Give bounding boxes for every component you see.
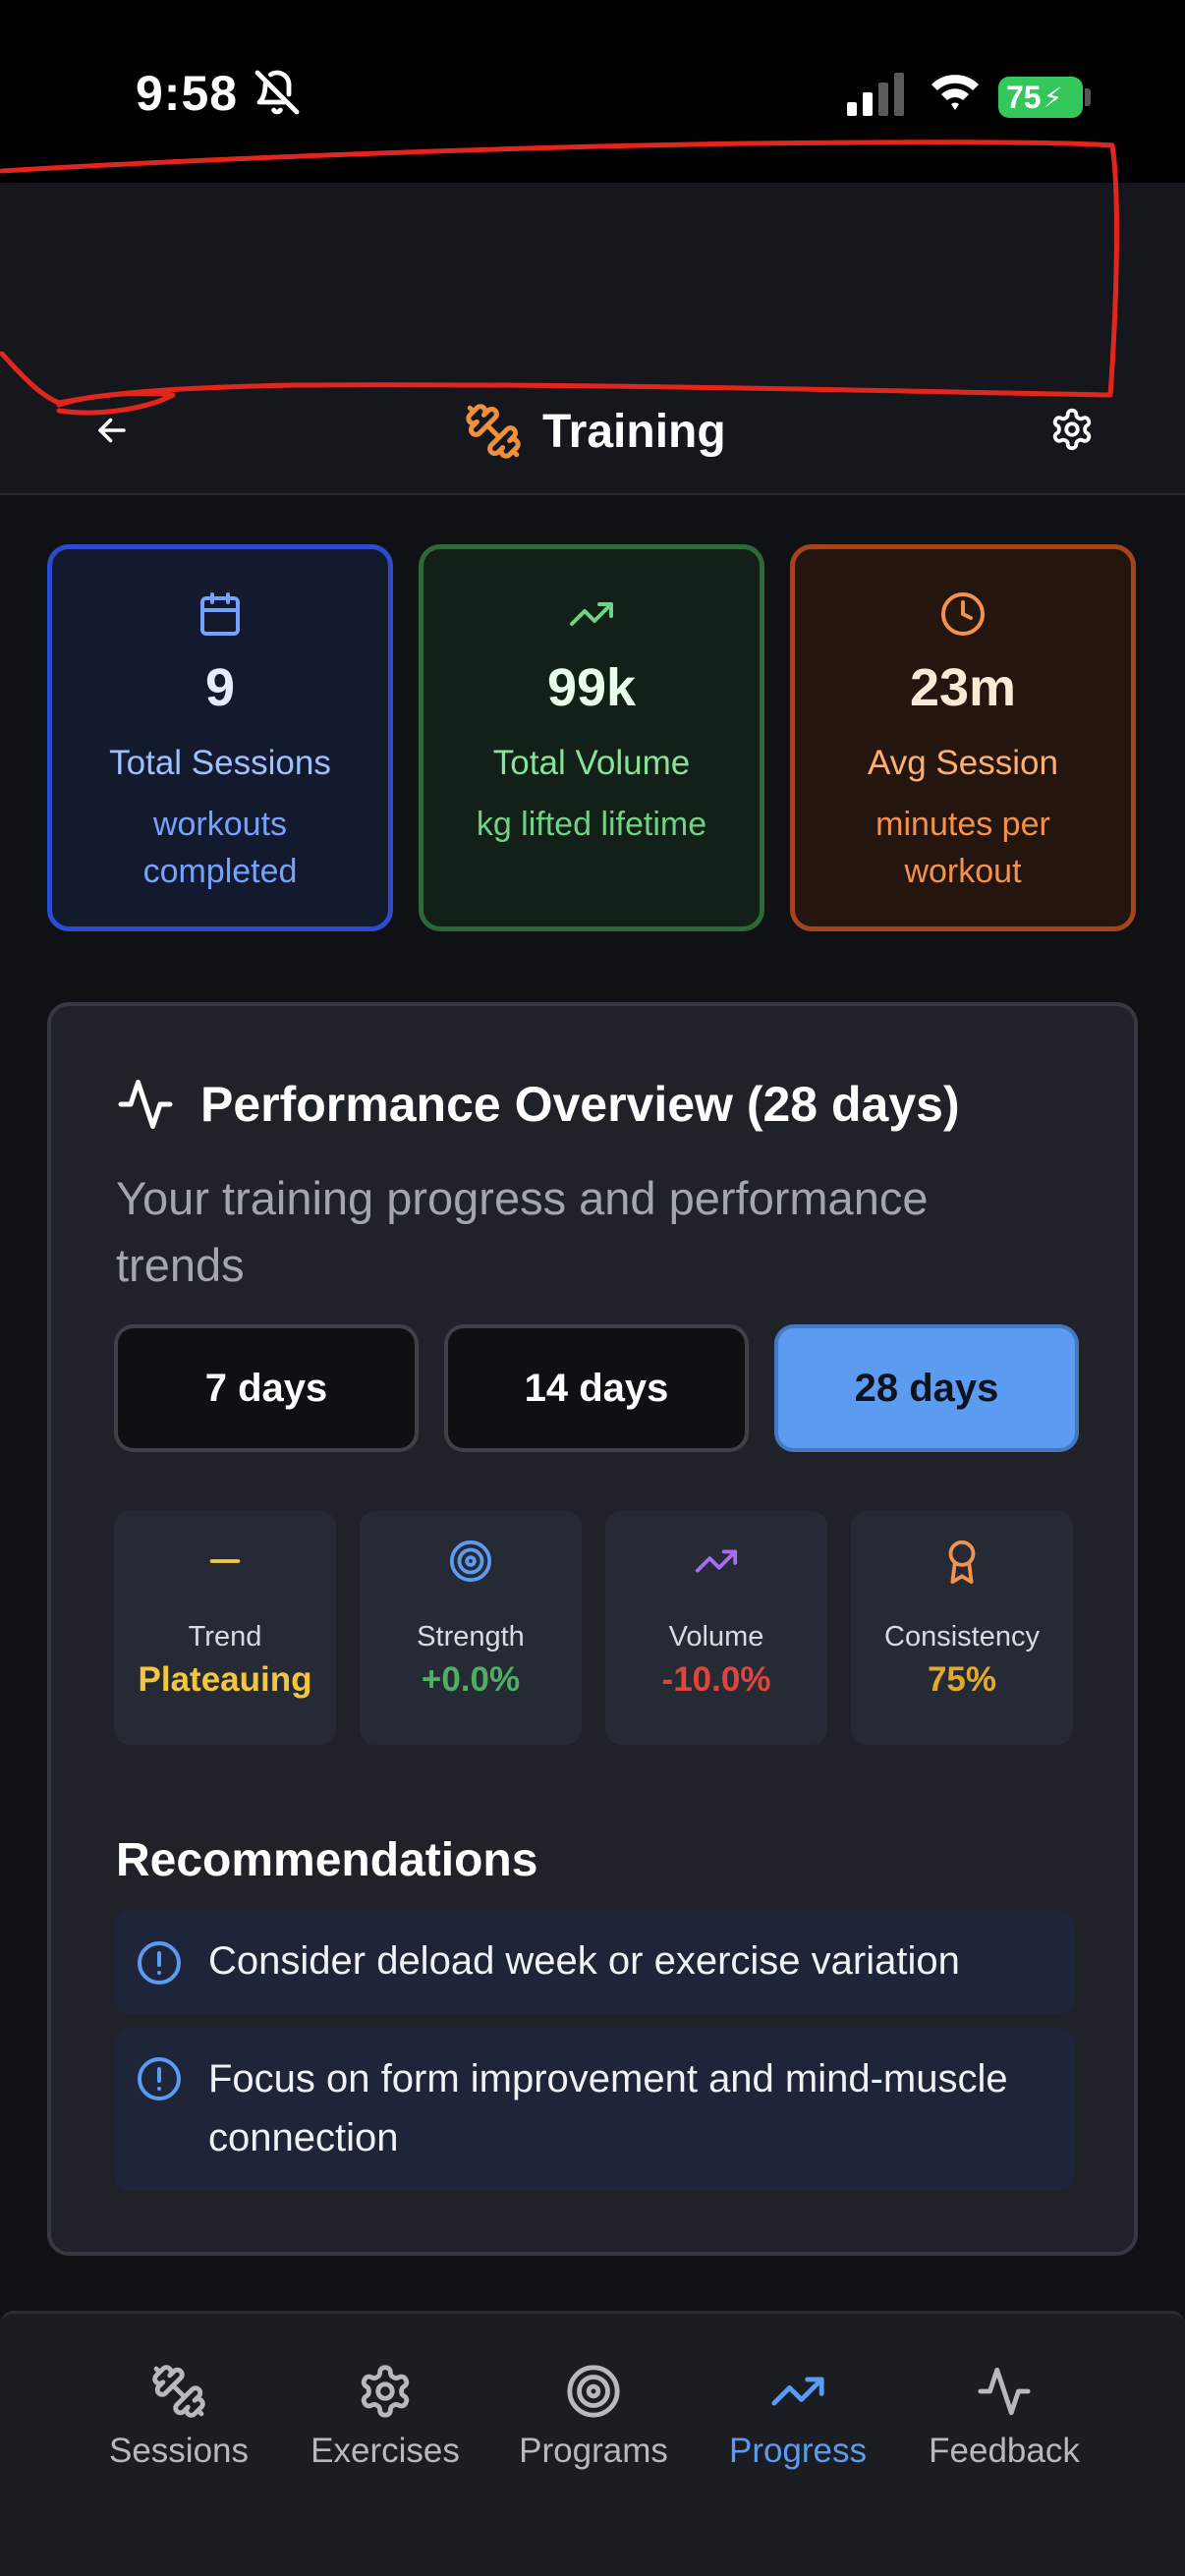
status-bar: 9:58 75 ⚡ [0,0,1185,183]
metric-volume: Volume -10.0% [605,1511,827,1745]
tab-feedback[interactable]: Feedback [896,2363,1112,2500]
performance-overview-card: Performance Overview (28 days) Your trai… [47,1002,1138,2256]
trending-up-icon [570,602,613,626]
back-button[interactable] [86,405,138,456]
alert-circle-icon [138,1941,181,1985]
tab-label: Progress [728,2432,868,2470]
tab-sessions[interactable]: Sessions [71,2363,287,2500]
status-time: 9:58 [136,66,239,121]
bell-slash-icon [254,70,300,115]
page-title: Training [542,405,726,458]
metric-value: 75% [927,1660,997,1699]
metric-label: Volume [668,1621,764,1652]
stat-card-total-sessions: 9 Total Sessions workouts completed [47,544,393,931]
metric-trend: Trend Plateauing [114,1511,336,1745]
metric-label: Trend [188,1621,262,1652]
range-14-days-button[interactable]: 14 days [444,1324,749,1452]
tab-label: Exercises [310,2432,460,2470]
gear-icon [361,2365,410,2418]
stat-label: Avg Session [868,744,1058,782]
signal-icon [847,73,904,116]
tab-programs[interactable]: Programs [485,2363,702,2500]
metric-consistency: Consistency 75% [851,1511,1073,1745]
stat-caption: kg lifted lifetime [476,806,707,843]
metric-label: Strength [417,1621,525,1652]
tab-label: Programs [519,2432,668,2470]
tab-exercises[interactable]: Exercises [277,2363,493,2500]
target-icon [567,2365,620,2418]
performance-title-group: Performance Overview (28 days) [116,1075,960,1134]
stat-card-avg-session: 23m Avg Session minutes per workout [790,544,1136,931]
stat-caption: minutes per workout [875,806,1050,890]
performance-title: Performance Overview (28 days) [200,1077,960,1132]
dumbbell-icon [152,2365,205,2418]
recommendation-item: Consider deload week or exercise variati… [114,1910,1075,2014]
battery-indicator: 75 ⚡ [998,77,1083,118]
stat-label: Total Sessions [109,744,331,782]
battery-tip [1085,88,1091,106]
metric-label: Consistency [884,1621,1040,1652]
recommendation-text: Focus on form improvement and mind-muscl… [208,2057,1008,2159]
trending-up-icon [695,1549,738,1573]
recommendation-text: Consider deload week or exercise variati… [208,1939,960,1983]
settings-button[interactable] [1049,407,1095,452]
range-7-days-button[interactable]: 7 days [114,1324,419,1452]
award-icon [948,1540,976,1584]
battery-level: 75 [1006,79,1042,115]
trending-up-icon [771,2377,824,2406]
recommendations-heading: Recommendations [116,1834,538,1886]
minus-icon [209,1559,241,1563]
metric-value: +0.0% [421,1660,521,1699]
clock-icon [941,592,985,636]
tab-label: Feedback [929,2432,1080,2470]
target-icon [449,1540,492,1583]
tab-label: Sessions [108,2432,250,2470]
arrow-left-icon [98,418,126,443]
stat-label: Total Volume [492,744,691,782]
alert-circle-icon [138,2057,181,2100]
tab-progress[interactable]: Progress [690,2363,906,2500]
calendar-icon [200,592,240,636]
metric-strength: Strength +0.0% [360,1511,582,1745]
metric-value: Plateauing [138,1660,312,1699]
wifi-icon [931,75,979,110]
stat-value: 23m [909,658,1017,717]
recommendation-item: Focus on form improvement and mind-muscl… [114,2028,1075,2191]
stat-caption: workouts completed [142,806,298,890]
metric-value: -10.0% [661,1660,771,1699]
pulse-icon [118,1080,173,1129]
stat-value: 99k [546,658,637,717]
stat-card-total-volume: 99k Total Volume kg lifted lifetime [419,544,764,931]
header-title-group: Training [464,399,726,464]
dumbbell-icon [466,404,521,459]
pulse-icon [978,2367,1031,2416]
performance-subtitle: Your training progress and performance t… [116,1172,929,1291]
range-28-days-button[interactable]: 28 days [774,1324,1079,1452]
charging-bolt-icon: ⚡ [1043,82,1063,113]
bottom-tab-bar: Sessions Exercises Programs Progress Fee… [0,2311,1185,2576]
stat-value: 9 [204,658,236,717]
